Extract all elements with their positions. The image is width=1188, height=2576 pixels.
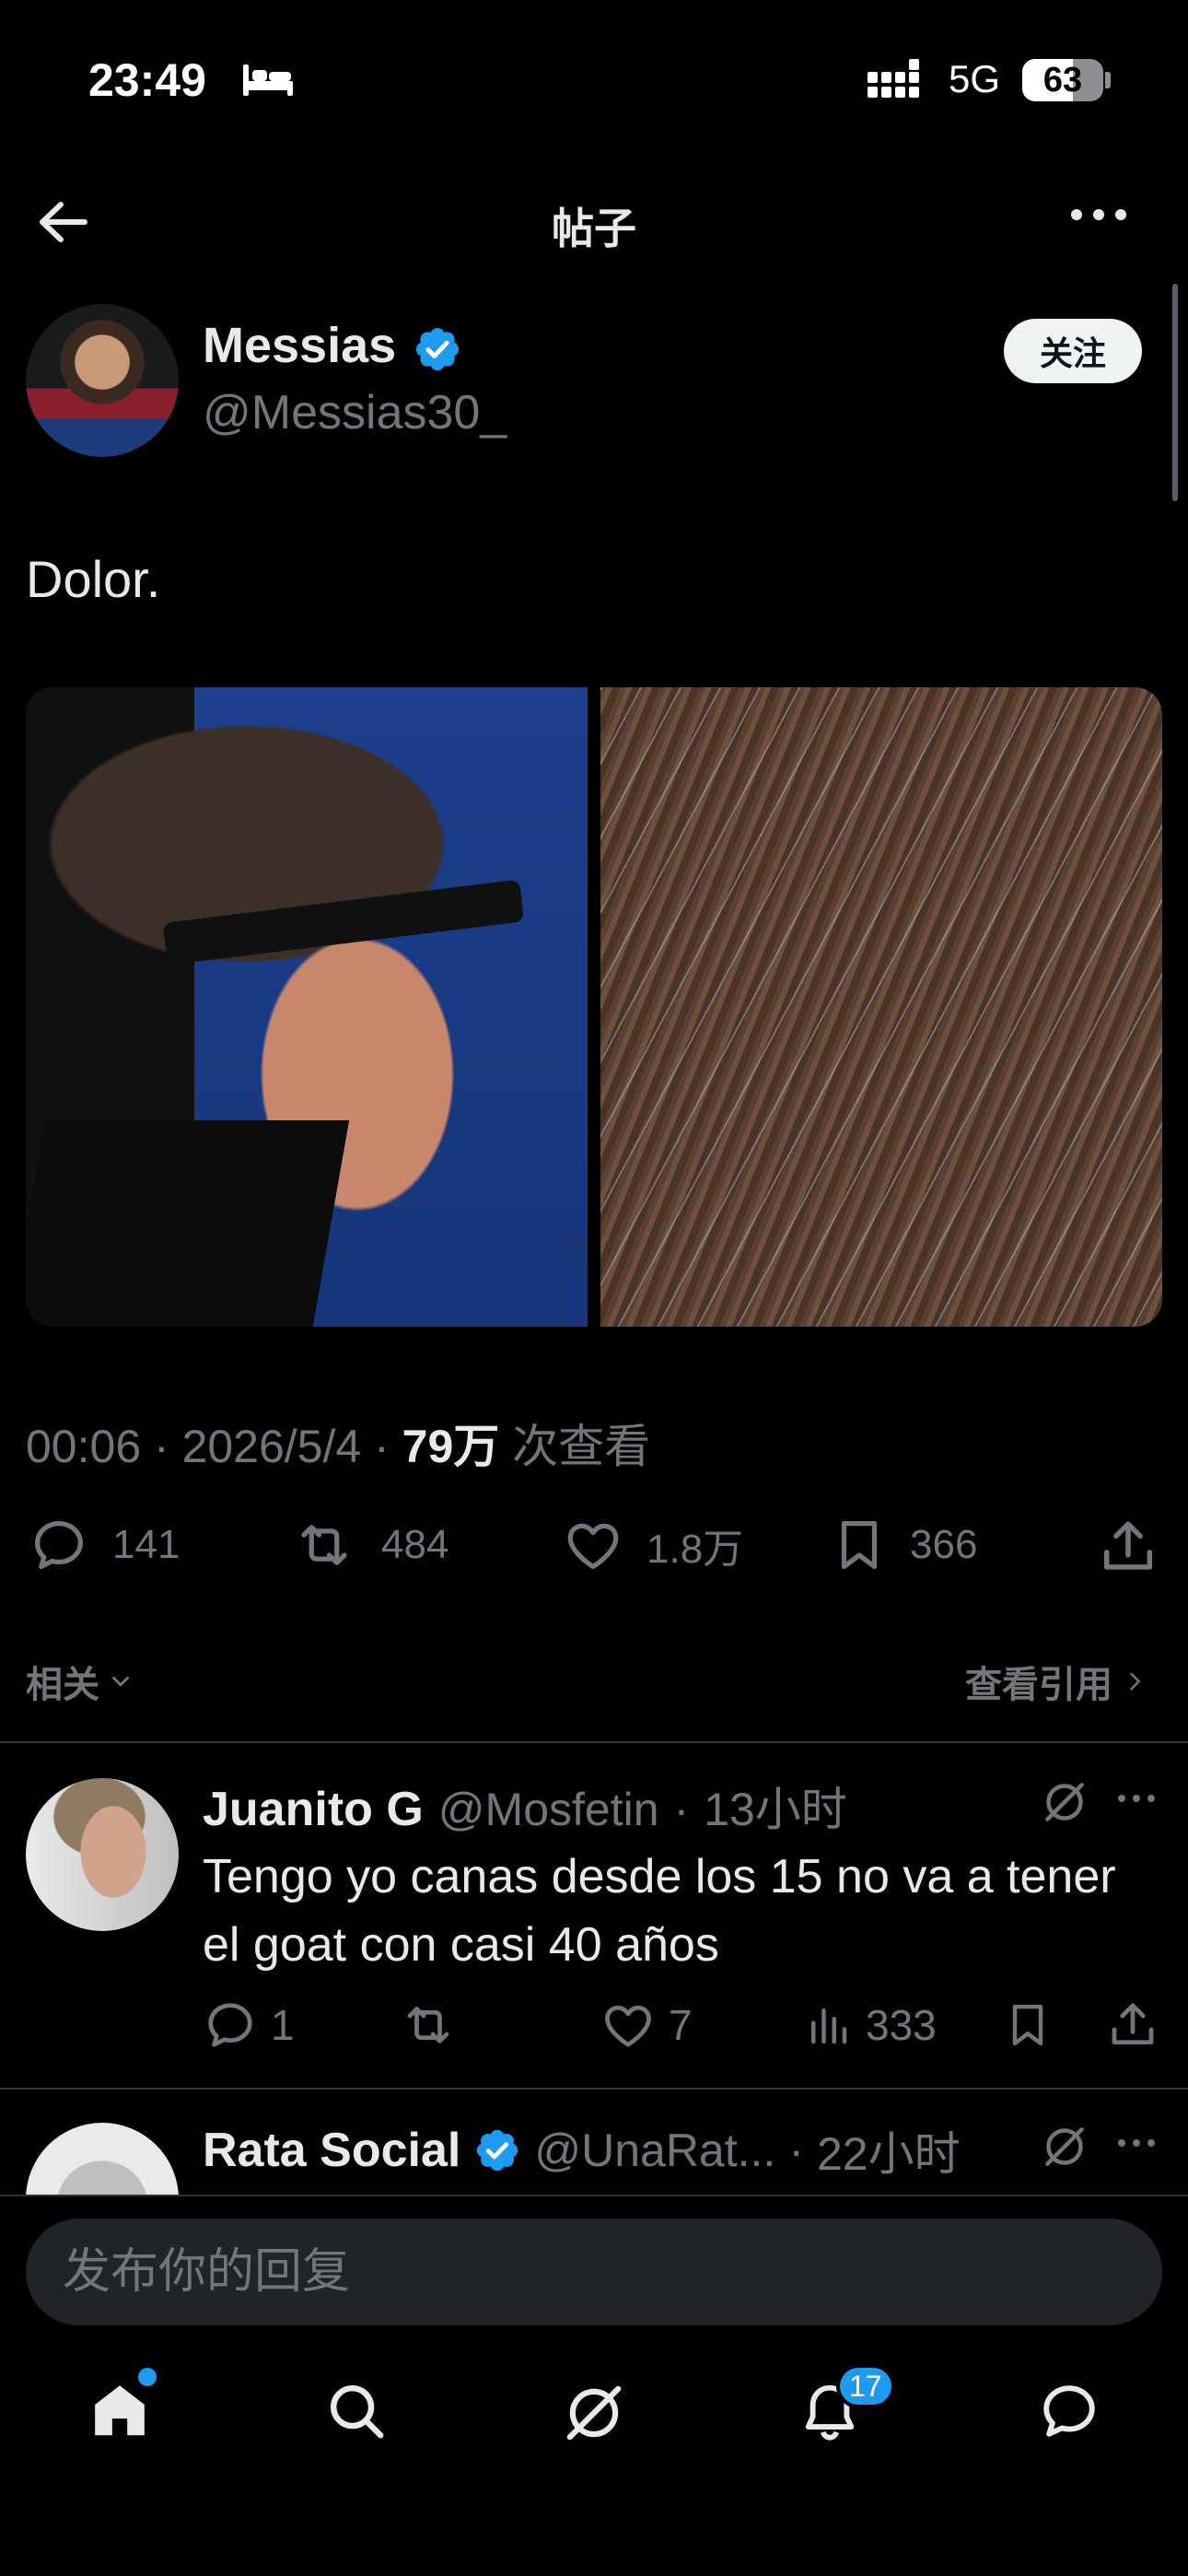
more-icon bbox=[1118, 2139, 1155, 2147]
battery-indicator: 63 bbox=[1022, 59, 1103, 101]
home-icon bbox=[95, 2385, 145, 2436]
reply-author-name[interactable]: Rata Social bbox=[203, 2123, 460, 2178]
reply-input[interactable] bbox=[26, 2219, 1162, 2325]
reply-reply-count: 1 bbox=[271, 2001, 295, 2049]
reply-bookmark-button[interactable] bbox=[1002, 1997, 1054, 2053]
battery-tip bbox=[1105, 72, 1111, 88]
post-media[interactable] bbox=[26, 687, 1162, 1327]
photo-gray-hair-closeup[interactable] bbox=[600, 687, 1162, 1327]
grok-icon bbox=[1045, 2127, 1084, 2166]
reply-more-button[interactable] bbox=[1116, 2134, 1157, 2152]
notification-badge: 17 bbox=[836, 2364, 895, 2408]
search-icon bbox=[331, 2385, 384, 2439]
battery-level: 63 bbox=[1042, 61, 1083, 100]
author-handle[interactable]: @Messias30_ bbox=[203, 385, 507, 440]
divider bbox=[0, 1741, 1188, 1743]
share-button[interactable] bbox=[1096, 1515, 1160, 1579]
nav-messages-button[interactable] bbox=[1037, 2379, 1101, 2443]
reply-author-name[interactable]: Juanito G bbox=[203, 1782, 424, 1837]
reply-text: Tengo yo canas desde los 15 no va a tene… bbox=[203, 1850, 1116, 1972]
bookmark-count: 366 bbox=[910, 1522, 978, 1567]
network-type: 5G bbox=[949, 57, 1001, 100]
reply-time: 13小时 bbox=[704, 1784, 847, 1835]
reply-time: 22小时 bbox=[816, 2128, 961, 2180]
separator-dot: · bbox=[788, 2125, 804, 2176]
author-name[interactable]: Messias bbox=[203, 317, 396, 374]
repost-count: 484 bbox=[381, 1522, 449, 1567]
reply-header: Juanito G @Mosfetin · 13小时 bbox=[203, 1773, 847, 1839]
more-icon bbox=[1071, 209, 1126, 220]
repost-icon bbox=[407, 2007, 449, 2043]
messages-icon bbox=[1043, 2385, 1095, 2437]
page-title: 帖子 bbox=[552, 205, 636, 252]
views-count: 79万 bbox=[402, 1421, 500, 1472]
cellular-signal-icon bbox=[868, 59, 932, 100]
scrollbar[interactable] bbox=[1172, 284, 1178, 501]
reply-like-count: 7 bbox=[669, 2001, 693, 2049]
like-icon bbox=[567, 1523, 619, 1569]
like-button[interactable]: 1.8万 bbox=[560, 1515, 743, 1575]
chevron-right-icon bbox=[1130, 1672, 1141, 1691]
more-options-button[interactable] bbox=[1068, 201, 1129, 228]
verified-badge-icon bbox=[413, 324, 462, 374]
bookmark-button[interactable]: 366 bbox=[829, 1515, 977, 1575]
post-meta: 00:06 · 2026/5/4 · 79万 次查看 bbox=[26, 1421, 651, 1472]
divider bbox=[0, 2088, 1188, 2090]
reply-author-handle[interactable]: @Mosfetin bbox=[438, 1783, 659, 1836]
chevron-down-icon bbox=[112, 1676, 129, 1687]
share-icon bbox=[1103, 1521, 1153, 1570]
post-text: Dolor. bbox=[26, 550, 161, 608]
reply-icon bbox=[35, 1521, 83, 1569]
separator-dot: · bbox=[673, 1784, 690, 1835]
status-time: 23:49 bbox=[88, 54, 206, 106]
nav-home-button[interactable] bbox=[87, 2379, 153, 2443]
post-date: 2026/5/4 bbox=[181, 1421, 362, 1472]
bookmark-icon bbox=[841, 1521, 878, 1569]
share-icon bbox=[1112, 2003, 1154, 2045]
post-time: 00:06 bbox=[26, 1421, 142, 1472]
reply-view-count: 333 bbox=[866, 2001, 937, 2049]
grok-icon bbox=[566, 2385, 622, 2441]
reply-header: Rata Social @UnaRat... · 22小时 bbox=[203, 2117, 961, 2184]
more-icon bbox=[1118, 1795, 1155, 1802]
grok-button[interactable] bbox=[1039, 2121, 1090, 2172]
like-count: 1.8万 bbox=[646, 1527, 744, 1572]
reply-more-button[interactable] bbox=[1116, 1789, 1157, 1808]
related-dropdown[interactable]: 相关 bbox=[26, 1655, 134, 1708]
bookmark-icon bbox=[1012, 2004, 1043, 2046]
sleep-mode-icon bbox=[241, 61, 295, 98]
divider bbox=[0, 2195, 1188, 2196]
view-quotes-link[interactable]: 查看引用 bbox=[965, 1655, 1147, 1708]
reply-repost-button[interactable] bbox=[398, 1997, 459, 2053]
reply-author-handle[interactable]: @UnaRat... bbox=[534, 2124, 775, 2177]
views-icon bbox=[811, 2008, 847, 2044]
reply-share-button[interactable] bbox=[1105, 1997, 1160, 2053]
photo-profile-with-glasses[interactable] bbox=[26, 687, 588, 1327]
reply-icon bbox=[208, 2003, 252, 2047]
reply-reply-button[interactable]: 1 bbox=[203, 1997, 295, 2053]
grok-button[interactable] bbox=[1039, 1776, 1090, 1828]
reply-avatar[interactable] bbox=[26, 1778, 179, 1931]
home-unread-dot bbox=[138, 2368, 157, 2386]
related-label: 相关 bbox=[26, 1665, 99, 1705]
repost-icon bbox=[301, 1525, 347, 1565]
photo-glasses bbox=[162, 879, 525, 966]
repost-button[interactable]: 484 bbox=[287, 1515, 448, 1575]
reply-button[interactable]: 141 bbox=[26, 1515, 180, 1575]
nav-search-button[interactable] bbox=[324, 2379, 389, 2443]
author-avatar[interactable] bbox=[26, 304, 179, 457]
view-quotes-label: 查看引用 bbox=[965, 1665, 1112, 1705]
photo-jacket bbox=[26, 1120, 350, 1327]
follow-button[interactable]: 关注 bbox=[1004, 319, 1142, 383]
nav-grok-button[interactable] bbox=[560, 2379, 628, 2447]
reply-views-button[interactable]: 333 bbox=[803, 1997, 937, 2053]
reply-count: 141 bbox=[112, 1522, 181, 1567]
views-label: 次查看 bbox=[512, 1421, 651, 1472]
grok-icon bbox=[1045, 1783, 1084, 1821]
like-icon bbox=[605, 2005, 651, 2047]
verified-badge-icon bbox=[477, 2129, 518, 2172]
reply-like-button[interactable]: 7 bbox=[600, 1997, 693, 2053]
